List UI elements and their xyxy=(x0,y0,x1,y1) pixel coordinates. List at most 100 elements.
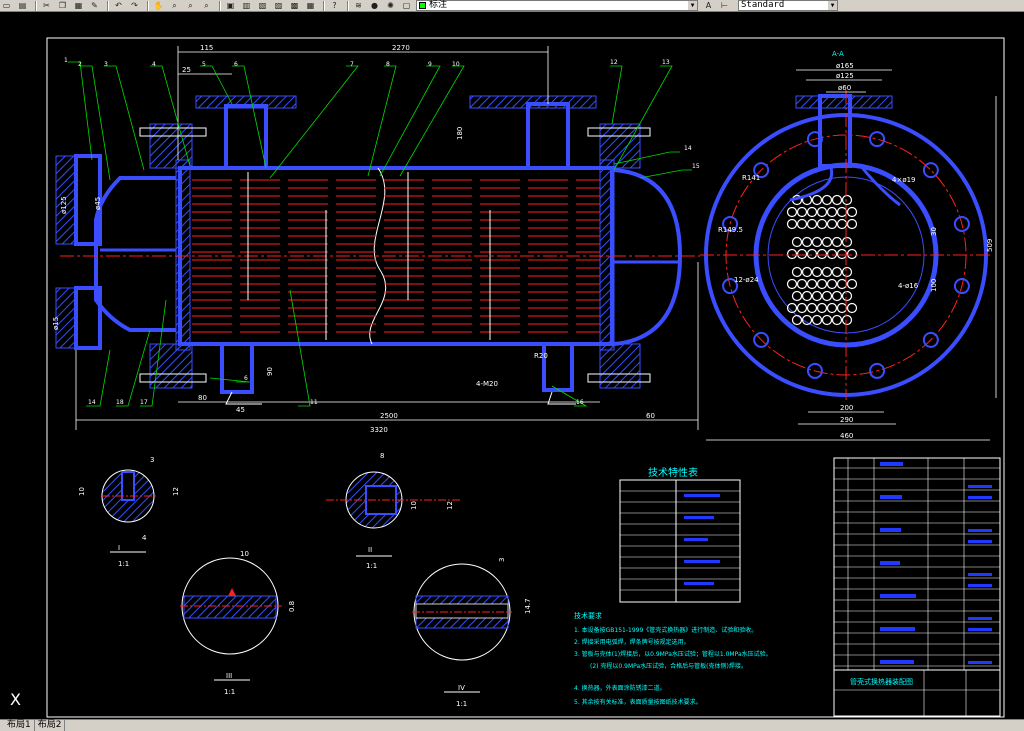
dim-style-icon[interactable]: ⊢ xyxy=(718,0,731,11)
tube-hole xyxy=(791,266,803,278)
tube-hole xyxy=(806,248,818,260)
tube-hole xyxy=(826,206,838,218)
chevron-down-icon[interactable]: ▼ xyxy=(688,1,697,10)
right-head xyxy=(613,168,683,346)
note-5: 5. 其余按有关标准，表面质量按图纸技术要求。 xyxy=(574,698,702,706)
dim-200: 200 xyxy=(840,404,853,412)
chevron-down-icon[interactable]: ▼ xyxy=(828,1,837,10)
tube-hole xyxy=(786,248,798,260)
right-flange-bottom xyxy=(599,343,641,389)
drawing-canvas[interactable]: 115 2270 25 180 80 45 90 2500 60 3320 4-… xyxy=(0,12,1024,719)
tube-hole xyxy=(816,248,828,260)
tube-hole xyxy=(816,206,828,218)
tech-spec-table: 技术特性表 xyxy=(619,466,741,603)
layer-freeze-icon[interactable]: ✺ xyxy=(384,0,397,11)
tube-hole xyxy=(846,302,858,314)
tube-hole xyxy=(791,314,803,326)
bom-cell-fill xyxy=(968,661,992,664)
balloon-14-side: 14 xyxy=(684,145,692,152)
calculator-icon[interactable]: ▦ xyxy=(304,0,317,11)
table-cell-fill xyxy=(684,582,714,585)
help-icon[interactable]: ? xyxy=(328,0,341,11)
tube-hole xyxy=(806,278,818,290)
toolbar-separator xyxy=(323,0,325,11)
detail-iv-scale: 1:1 xyxy=(456,700,467,708)
toolbar-separator xyxy=(219,0,221,11)
cut-icon[interactable]: ✂ xyxy=(40,0,53,11)
tube-hole xyxy=(841,314,853,326)
tube-hole xyxy=(836,218,848,230)
dim-90: 90 xyxy=(266,367,274,376)
balloon-11: 11 xyxy=(310,399,318,406)
dim-4xd19: 4×ø19 xyxy=(892,176,916,184)
tube-hole xyxy=(791,236,803,248)
undo-icon[interactable]: ↶ xyxy=(112,0,125,11)
detail-iii-dim-10: 10 xyxy=(240,550,249,558)
tube-hole xyxy=(816,218,828,230)
text-style-dropdown[interactable]: Standard ▼ xyxy=(738,0,838,11)
dim-d45: ø45 xyxy=(94,197,102,210)
table-cell-fill xyxy=(684,538,708,541)
markup-icon[interactable]: ▩ xyxy=(288,0,301,11)
note-3b: (2) 壳程以0.9MPa水压试验，合格后与管板(壳体侧)焊接。 xyxy=(590,662,747,670)
balloon-16: 16 xyxy=(576,399,584,406)
tube-hole xyxy=(811,314,823,326)
tube-hole xyxy=(846,206,858,218)
dim-180: 180 xyxy=(456,127,464,140)
properties-icon[interactable]: ▣ xyxy=(224,0,237,11)
tube-hole xyxy=(801,290,813,302)
left-tubesheet xyxy=(175,159,191,351)
main-elevation-view xyxy=(55,95,700,405)
note-4: 4. 换热器，外表面涂防锈漆二道。 xyxy=(574,684,666,692)
paste-icon[interactable]: ▦ xyxy=(72,0,85,11)
detail-i-dim-10: 10 xyxy=(78,487,86,496)
match-properties-icon[interactable]: ✎ xyxy=(88,0,101,11)
tube-hole xyxy=(821,236,833,248)
dim-4xm20: 4-M20 xyxy=(476,380,498,388)
toolbar-separator xyxy=(347,0,349,11)
design-center-icon[interactable]: ▥ xyxy=(240,0,253,11)
layer-lock-icon[interactable]: ▢ xyxy=(400,0,413,11)
text-style-icon[interactable]: A xyxy=(702,0,715,11)
tube-hole xyxy=(811,236,823,248)
bom-cell-fill xyxy=(880,594,916,598)
tube-hole xyxy=(821,194,833,206)
bom-cell-fill xyxy=(880,495,902,499)
layer-dropdown[interactable]: 标注 ▼ xyxy=(416,0,698,11)
tube-hole xyxy=(806,206,818,218)
dim-60: 60 xyxy=(646,412,655,420)
zoom-realtime-icon[interactable]: ⌕ xyxy=(168,0,181,11)
copy-icon[interactable]: ❐ xyxy=(56,0,69,11)
tube-hole xyxy=(841,194,853,206)
layer-manager-icon[interactable]: ≋ xyxy=(352,0,365,11)
tube-hole xyxy=(786,206,798,218)
new-icon[interactable]: ▭ xyxy=(0,0,13,11)
title-block: 管壳式换热器装配图 xyxy=(833,669,1001,717)
open-icon[interactable]: ▤ xyxy=(16,0,29,11)
balloon-8: 8 xyxy=(386,61,390,68)
sheet-set-icon[interactable]: ▨ xyxy=(272,0,285,11)
bom-cell-fill xyxy=(968,540,992,543)
bom-cell-fill xyxy=(968,529,992,532)
bolt-hole xyxy=(869,131,886,148)
tube-hole xyxy=(816,278,828,290)
redo-icon[interactable]: ↷ xyxy=(128,0,141,11)
tab-layout1[interactable]: 布局1 xyxy=(4,720,35,731)
balloon-7: 7 xyxy=(350,61,354,68)
pan-icon[interactable]: ✋ xyxy=(152,0,165,11)
tool-palettes-icon[interactable]: ▧ xyxy=(256,0,269,11)
tab-layout2[interactable]: 布局2 xyxy=(35,720,66,731)
zoom-window-icon[interactable]: ⌕ xyxy=(184,0,197,11)
dim-4xd16: 4-ø16 xyxy=(898,282,919,290)
layer-on-icon[interactable]: ● xyxy=(368,0,381,11)
bill-of-materials xyxy=(833,457,1001,671)
tube-hole xyxy=(796,206,808,218)
dim-115: 115 xyxy=(200,44,213,52)
detail-ii xyxy=(326,471,460,557)
bom-cell-fill xyxy=(968,496,992,499)
tube-hole xyxy=(831,290,843,302)
note-3: 3. 管板与壳体(1)焊接后，以0.9MPa水压试验；管程以1.0MPa水压试验… xyxy=(574,650,772,658)
tube-hole xyxy=(806,302,818,314)
zoom-previous-icon[interactable]: ⌕ xyxy=(200,0,213,11)
tube-hole xyxy=(816,302,828,314)
